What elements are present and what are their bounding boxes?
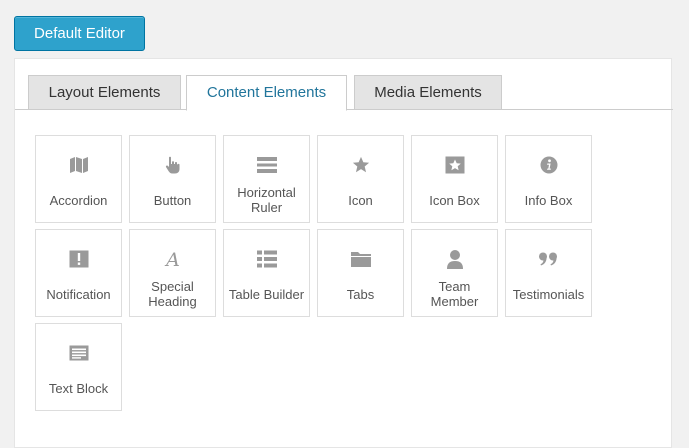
element-icon-box[interactable]: Icon Box xyxy=(411,135,498,223)
info-icon xyxy=(506,156,591,174)
element-label: Text Block xyxy=(48,380,109,396)
text-block-icon xyxy=(36,344,121,362)
element-label: Accordion xyxy=(49,192,108,208)
quote-icon xyxy=(506,250,591,268)
map-icon xyxy=(36,156,121,174)
element-testimonials[interactable]: Testimonials xyxy=(505,229,592,317)
default-editor-button[interactable]: Default Editor xyxy=(14,16,145,51)
list-icon xyxy=(224,250,309,268)
element-label: Testimonials xyxy=(512,286,585,302)
element-team-member[interactable]: Team Member xyxy=(411,229,498,317)
tab-content-elements[interactable]: Content Elements xyxy=(186,75,347,111)
element-button[interactable]: Button xyxy=(129,135,216,223)
element-table-builder[interactable]: Table Builder xyxy=(223,229,310,317)
star-box-icon xyxy=(412,156,497,174)
element-text-block[interactable]: Text Block xyxy=(35,323,122,411)
element-special-heading[interactable]: A Special Heading xyxy=(129,229,216,317)
element-label: Icon xyxy=(348,192,373,208)
element-horizontal-ruler[interactable]: Horizontal Ruler xyxy=(223,135,310,223)
element-tabs[interactable]: Tabs xyxy=(317,229,404,317)
horizontal-ruler-icon xyxy=(224,156,309,174)
person-icon xyxy=(412,250,497,269)
element-info-box[interactable]: Info Box xyxy=(505,135,592,223)
element-label: Horizontal Ruler xyxy=(237,185,296,215)
tab-media-elements[interactable]: Media Elements xyxy=(354,75,502,110)
pointer-hand-icon xyxy=(130,156,215,174)
element-label: Team Member xyxy=(430,279,479,309)
alert-icon xyxy=(36,250,121,268)
folder-icon xyxy=(318,250,403,268)
element-label: Info Box xyxy=(524,192,573,208)
tab-layout-elements[interactable]: Layout Elements xyxy=(28,75,181,110)
element-label: Icon Box xyxy=(429,192,480,208)
element-label: Notification xyxy=(46,286,111,302)
elements-panel: Layout Elements Content Elements Media E… xyxy=(14,58,673,448)
element-label: Table Builder xyxy=(228,286,305,302)
star-icon xyxy=(318,156,403,174)
element-accordion[interactable]: Accordion xyxy=(35,135,122,223)
element-label: Button xyxy=(153,192,192,208)
element-icon[interactable]: Icon xyxy=(317,135,404,223)
svg-text:A: A xyxy=(164,249,180,269)
element-label: Tabs xyxy=(346,286,375,302)
element-notification[interactable]: Notification xyxy=(35,229,122,317)
script-letter-icon: A xyxy=(130,249,215,269)
element-label: Special Heading xyxy=(148,279,197,309)
